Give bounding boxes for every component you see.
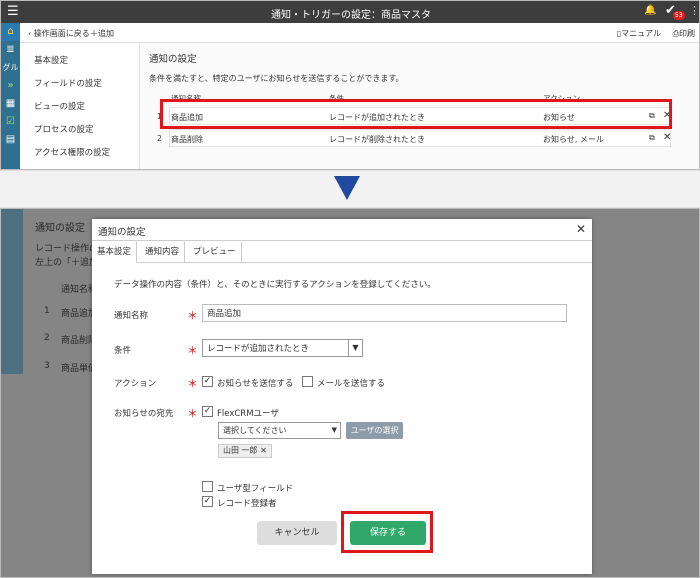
group-label[interactable]: グル	[1, 59, 20, 77]
selected-user-name: 山田 一郎	[223, 446, 258, 455]
selected-user-chip: 山田 一郎 ✕	[218, 444, 272, 458]
tab-preview[interactable]: プレビュー	[188, 242, 242, 263]
row-action: お知らせ, メール	[543, 135, 604, 144]
database-icon[interactable]: ≣	[1, 41, 20, 59]
dialog-title: 通知の設定	[98, 227, 146, 238]
highlight-save-box	[341, 511, 433, 553]
row-condition: レコードが削除されたとき	[329, 135, 425, 144]
add-label: 追加	[98, 29, 114, 38]
bg-heading: 通知の設定	[35, 223, 85, 234]
destination-label: お知らせの宛先	[114, 409, 174, 419]
chat-icon[interactable]: ▤	[1, 131, 20, 149]
user-field-checkbox[interactable]	[202, 481, 213, 492]
menu-item-basic[interactable]: 基本設定	[34, 54, 68, 66]
close-icon[interactable]: ✕	[576, 222, 586, 236]
mail-checkbox[interactable]	[302, 376, 313, 387]
record-creator-checkbox[interactable]: ✓	[202, 496, 213, 507]
dialog-intro: データ操作の内容（条件）と、そのときに実行するアクションを登録してください。	[114, 280, 436, 290]
calendar-icon[interactable]: ▦	[1, 95, 20, 113]
bell-icon[interactable]: 🔔	[644, 5, 656, 16]
home-icon[interactable]: ⌂	[1, 23, 20, 41]
tab-content[interactable]: 通知内容	[140, 242, 186, 263]
notice-checkbox-label: お知らせを送信する	[217, 379, 294, 389]
add-button[interactable]: ＋追加	[90, 28, 114, 39]
back-link[interactable]: ‹ 操作画面に戻る	[28, 28, 90, 39]
panel-description: 条件を満たすと、特定のユーザにお知らせを送信することができます。	[149, 74, 404, 83]
required-mark: ＊	[187, 377, 198, 390]
crm-user-checkbox[interactable]: ✓	[202, 406, 213, 417]
bg-row-number: 1	[44, 306, 50, 316]
user-select[interactable]: 選択してください ▼	[218, 422, 341, 439]
dialog-header: 通知の設定 ✕	[92, 219, 592, 241]
user-select-button[interactable]: ユーザの選択	[346, 422, 403, 439]
copy-icon[interactable]: ⧉	[649, 133, 655, 143]
tab-basic[interactable]: 基本設定	[92, 242, 138, 263]
delete-icon[interactable]: ✕	[663, 132, 671, 143]
cancel-button[interactable]: キャンセル	[257, 521, 337, 545]
dialog-tabs: 基本設定 通知内容 プレビュー	[92, 242, 592, 263]
menu-item-views[interactable]: ビューの設定	[34, 100, 85, 112]
notification-badge: 53	[673, 11, 685, 20]
dimmed-left-bar	[1, 209, 23, 374]
required-mark: ＊	[187, 407, 198, 420]
row-number: 2	[157, 134, 162, 143]
bg-row-number: 3	[44, 361, 50, 371]
user-field-label: ユーザ型フィールド	[217, 484, 294, 494]
manual-link[interactable]: ▯マニュアル	[617, 28, 661, 39]
chevron-down-icon: ▼	[348, 340, 362, 356]
remove-icon[interactable]: ✕	[260, 446, 267, 455]
required-mark: ＊	[187, 309, 198, 322]
menu-item-access[interactable]: アクセス権限の設定	[34, 146, 110, 158]
condition-select[interactable]: レコードが追加されたとき ▼	[202, 339, 363, 357]
user-select-placeholder: 選択してください	[223, 426, 287, 435]
record-creator-label: レコード登録者	[217, 499, 277, 509]
bg-text: レコード操作の	[35, 244, 99, 254]
bg-text: 左上の「＋追加	[35, 258, 99, 268]
more-icon[interactable]: ⋮	[689, 4, 699, 17]
menu-item-process[interactable]: プロセスの設定	[34, 123, 94, 135]
left-icon-bar: ⌂ ≣ グル » ▦ ☑ ▤	[1, 23, 20, 169]
print-label: 印刷	[679, 29, 695, 38]
manual-label: マニュアル	[621, 29, 661, 38]
condition-value: レコードが追加されたとき	[207, 344, 310, 354]
action-label: アクション	[114, 379, 157, 389]
checkbox-icon[interactable]: ☑	[1, 113, 20, 131]
forward-icon[interactable]: »	[1, 77, 20, 95]
toolbar: ‹ 操作画面に戻る ＋追加 ▯マニュアル ⎙印刷	[20, 23, 699, 43]
panel-heading: 通知の設定	[149, 54, 197, 65]
required-mark: ＊	[187, 344, 198, 357]
down-arrow-icon	[334, 176, 360, 200]
chevron-down-icon: ▼	[331, 426, 337, 434]
bg-row-number: 2	[44, 333, 50, 343]
print-link[interactable]: ⎙印刷	[673, 28, 695, 39]
name-input[interactable]: 商品追加	[202, 304, 567, 322]
highlight-row-box	[160, 99, 672, 129]
condition-label: 条件	[114, 346, 132, 356]
menu-item-fields[interactable]: フィールドの設定	[34, 77, 102, 89]
crm-user-label: FlexCRMユーザ	[217, 409, 279, 419]
back-label: 操作画面に戻る	[33, 29, 90, 38]
top-screenshot: ☰ 通知・トリガーの設定：商品マスタ 🔔 ✔ 53 ⋮ ⌂ ≣ グル » ▦ ☑…	[0, 0, 700, 170]
row-name: 商品削除	[171, 135, 203, 144]
mail-checkbox-label: メールを送信する	[317, 379, 386, 389]
settings-menu: 基本設定 フィールドの設定 ビューの設定 プロセスの設定 アクセス権限の設定	[20, 43, 140, 169]
notice-checkbox[interactable]: ✓	[202, 376, 213, 387]
page-title: 通知・トリガーの設定：商品マスタ	[271, 10, 431, 21]
transition-band	[0, 170, 700, 208]
title-bar: ☰ 通知・トリガーの設定：商品マスタ 🔔 ✔ 53 ⋮	[1, 1, 699, 23]
name-label: 通知名称	[114, 311, 149, 321]
